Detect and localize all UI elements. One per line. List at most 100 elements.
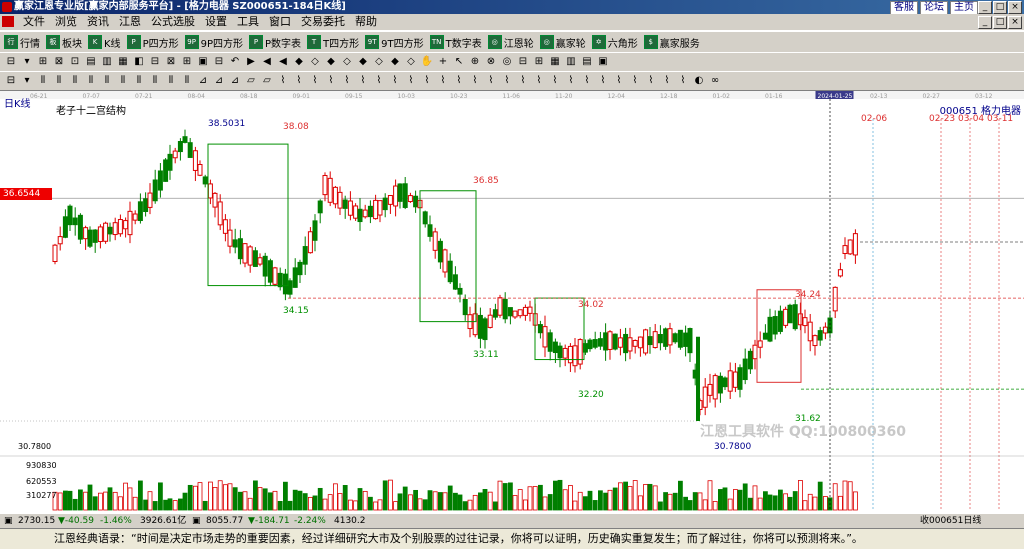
candle[interactable] xyxy=(427,215,433,242)
candle[interactable] xyxy=(207,179,213,205)
menu-help[interactable]: 帮助 xyxy=(350,15,382,29)
analysis-tool-icon-42[interactable]: ⌇ xyxy=(676,74,690,88)
analysis-tool-icon-11[interactable]: ⫴ xyxy=(180,74,194,88)
candle[interactable] xyxy=(197,160,203,177)
candle[interactable] xyxy=(567,343,573,372)
menu-browse[interactable]: 浏览 xyxy=(50,15,82,29)
candle[interactable] xyxy=(792,299,798,331)
analysis-tool-icon-17[interactable]: ⌇ xyxy=(276,74,290,88)
candle[interactable] xyxy=(342,195,348,219)
candle[interactable] xyxy=(512,310,518,320)
candle[interactable] xyxy=(132,210,138,225)
service-link[interactable]: 客服 xyxy=(890,1,918,15)
candle[interactable] xyxy=(202,174,208,188)
candle[interactable] xyxy=(587,338,593,352)
candle[interactable] xyxy=(502,292,508,324)
draw-tool-icon-33[interactable]: ⊞ xyxy=(532,55,546,69)
candle[interactable] xyxy=(717,372,723,403)
analysis-tool-icon-22[interactable]: ⌇ xyxy=(356,74,370,88)
candle[interactable] xyxy=(287,278,293,299)
draw-tool-icon-28[interactable]: ↖ xyxy=(452,55,466,69)
candle[interactable] xyxy=(542,315,548,358)
toolbar-button-10[interactable]: ◎ 赢家轮 xyxy=(539,34,586,50)
child-close-button[interactable]: × xyxy=(1008,16,1022,29)
candle[interactable] xyxy=(452,266,458,290)
draw-tool-icon-35[interactable]: ▥ xyxy=(564,55,578,69)
draw-tool-icon-17[interactable]: ◀ xyxy=(276,55,290,69)
candle[interactable] xyxy=(327,171,333,207)
candle[interactable] xyxy=(732,362,738,393)
candle[interactable] xyxy=(767,308,773,343)
analysis-tool-icon-44[interactable]: ∞ xyxy=(708,74,722,88)
candle[interactable] xyxy=(683,325,689,357)
candle[interactable] xyxy=(83,225,89,250)
draw-tool-icon-32[interactable]: ⊟ xyxy=(516,55,530,69)
candle[interactable] xyxy=(482,316,488,349)
candle[interactable] xyxy=(652,323,658,349)
analysis-tool-icon-0[interactable]: ⊟ xyxy=(4,74,18,88)
candle[interactable] xyxy=(562,344,568,367)
analysis-tool-icon-7[interactable]: ⫴ xyxy=(116,74,130,88)
candle[interactable] xyxy=(237,229,243,265)
candle[interactable] xyxy=(167,144,173,180)
candle[interactable] xyxy=(393,179,399,217)
candle[interactable] xyxy=(227,218,233,254)
analysis-tool-icon-16[interactable]: ▱ xyxy=(260,74,274,88)
menu-formula[interactable]: 公式选股 xyxy=(146,15,200,29)
candle[interactable] xyxy=(382,193,388,218)
analysis-tool-icon-31[interactable]: ⌇ xyxy=(500,74,514,88)
draw-tool-icon-6[interactable]: ▥ xyxy=(100,55,114,69)
forum-link[interactable]: 论坛 xyxy=(920,1,948,15)
candle[interactable] xyxy=(117,214,123,237)
candle[interactable] xyxy=(123,217,129,238)
candle[interactable] xyxy=(143,192,149,217)
candle[interactable] xyxy=(242,243,248,268)
analysis-tool-icon-5[interactable]: ⫴ xyxy=(84,74,98,88)
draw-tool-icon-20[interactable]: ◆ xyxy=(324,55,338,69)
kline-chart[interactable]: 06-21 07-07 07-21 08-04 08-18 09-01 09-15 10-03… xyxy=(0,90,1024,514)
candle[interactable] xyxy=(847,239,853,256)
candle[interactable] xyxy=(307,227,313,254)
candle[interactable] xyxy=(762,324,768,340)
candle[interactable] xyxy=(623,327,629,362)
child-minimize-button[interactable]: _ xyxy=(978,16,992,29)
candle[interactable] xyxy=(632,339,638,354)
candle[interactable] xyxy=(722,376,728,391)
analysis-tool-icon-43[interactable]: ◐ xyxy=(692,74,706,88)
candle[interactable] xyxy=(737,364,743,398)
analysis-tool-icon-10[interactable]: ⫴ xyxy=(164,74,178,88)
candle[interactable] xyxy=(397,183,403,209)
draw-tool-icon-37[interactable]: ▣ xyxy=(596,55,610,69)
candle[interactable] xyxy=(572,338,578,373)
candle[interactable] xyxy=(107,222,113,242)
analysis-tool-icon-39[interactable]: ⌇ xyxy=(628,74,642,88)
toolbar-button-12[interactable]: $ 赢家服务 xyxy=(643,34,700,50)
candle[interactable] xyxy=(783,306,789,329)
draw-tool-icon-29[interactable]: ⊕ xyxy=(468,55,482,69)
candle[interactable] xyxy=(67,204,73,232)
candle[interactable] xyxy=(667,322,673,354)
candle[interactable] xyxy=(592,331,598,350)
analysis-tool-icon-32[interactable]: ⌇ xyxy=(516,74,530,88)
chart-canvas[interactable]: 06-21 07-07 07-21 08-04 08-18 09-01 09-15 10-03… xyxy=(0,91,1024,514)
candle[interactable] xyxy=(112,217,118,241)
analysis-tool-icon-18[interactable]: ⌇ xyxy=(292,74,306,88)
draw-tool-icon-12[interactable]: ▣ xyxy=(196,55,210,69)
draw-tool-icon-22[interactable]: ◆ xyxy=(356,55,370,69)
analysis-tool-icon-26[interactable]: ⌇ xyxy=(420,74,434,88)
candle[interactable] xyxy=(457,283,463,303)
candle[interactable] xyxy=(837,262,843,278)
candle[interactable] xyxy=(802,309,808,334)
draw-tool-icon-5[interactable]: ▤ xyxy=(84,55,98,69)
candle[interactable] xyxy=(77,213,83,244)
candle[interactable] xyxy=(742,348,748,385)
candle[interactable] xyxy=(297,259,303,283)
draw-tool-icon-4[interactable]: ⊡ xyxy=(68,55,82,69)
analysis-tool-icon-33[interactable]: ⌇ xyxy=(532,74,546,88)
candle[interactable] xyxy=(672,332,678,344)
toolbar-button-6[interactable]: T T四方形 xyxy=(307,34,359,50)
candle[interactable] xyxy=(702,378,708,416)
analysis-tool-icon-28[interactable]: ⌇ xyxy=(452,74,466,88)
candle[interactable] xyxy=(277,267,283,291)
toolbar-button-0[interactable]: 行行情 xyxy=(4,34,40,50)
